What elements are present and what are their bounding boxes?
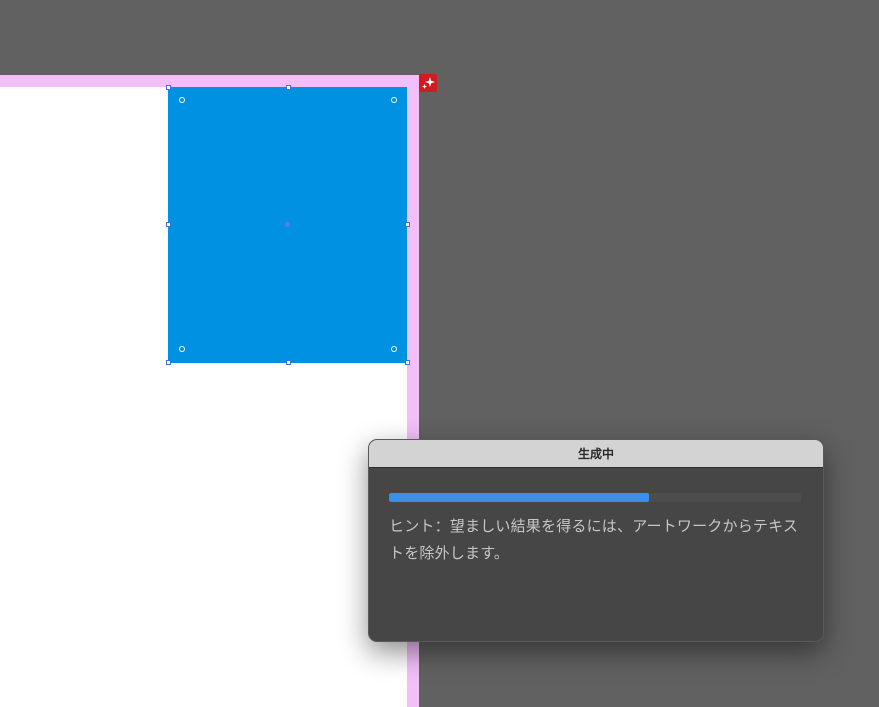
progress-bar	[389, 493, 801, 502]
resize-handle-top-middle[interactable]	[286, 85, 291, 90]
corner-radius-widget-bottom-right[interactable]	[391, 346, 397, 352]
dialog-title: 生成中	[577, 447, 614, 461]
dialog-titlebar[interactable]: 生成中	[369, 440, 823, 468]
resize-handle-bottom-right[interactable]	[405, 360, 410, 365]
resize-handle-bottom-left[interactable]	[166, 360, 171, 365]
corner-radius-widget-top-left[interactable]	[179, 97, 185, 103]
generative-ai-badge[interactable]	[419, 74, 437, 92]
resize-handle-middle-right[interactable]	[405, 222, 410, 227]
resize-handle-bottom-middle[interactable]	[286, 360, 291, 365]
sparkle-icon	[422, 77, 435, 89]
corner-radius-widget-bottom-left[interactable]	[179, 346, 185, 352]
resize-handle-top-left[interactable]	[166, 85, 171, 90]
generating-dialog: 生成中 ヒント：望ましい結果を得るには、アートワークからテキストを除外します。	[368, 439, 824, 642]
hint-text: ヒント：望ましい結果を得るには、アートワークからテキストを除外します。	[389, 517, 799, 562]
resize-handle-middle-left[interactable]	[166, 222, 171, 227]
shape-center-point	[285, 222, 290, 227]
progress-bar-fill	[389, 493, 649, 502]
corner-radius-widget-top-right[interactable]	[391, 97, 397, 103]
